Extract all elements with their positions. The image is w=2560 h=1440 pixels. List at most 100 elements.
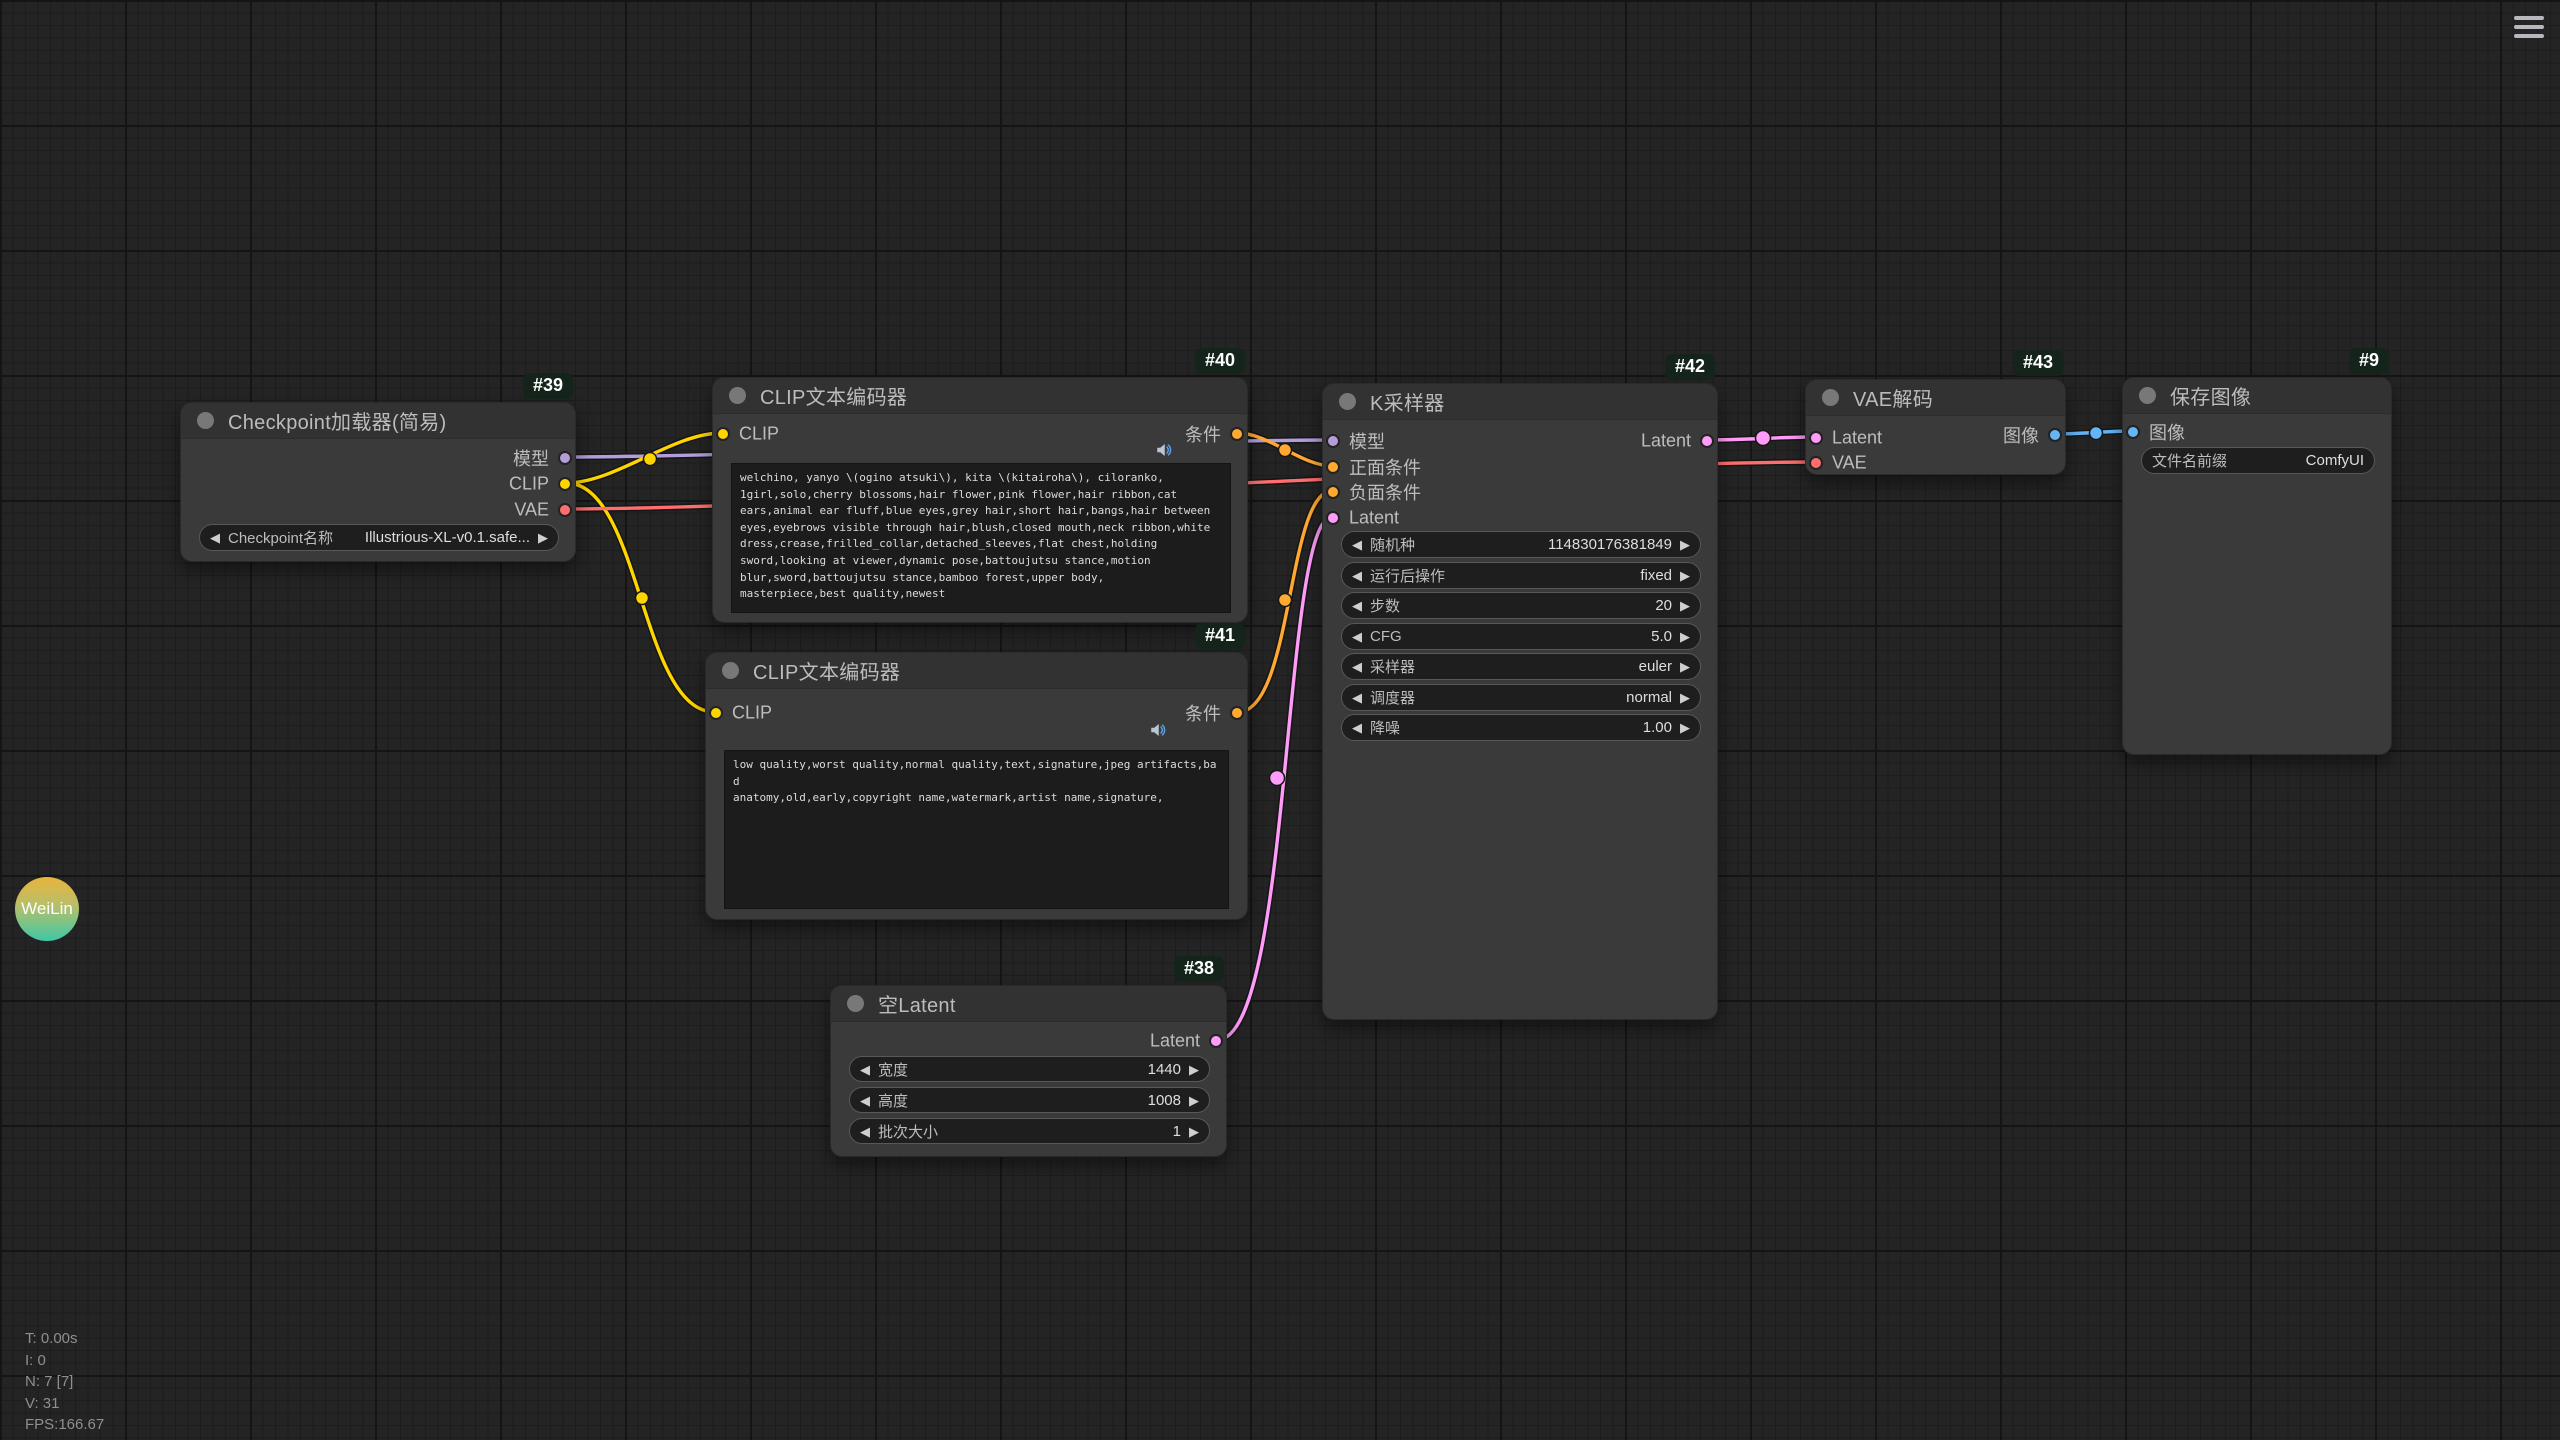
input-port-clip[interactable] bbox=[709, 706, 723, 720]
node-titlebar[interactable]: 保存图像 bbox=[2123, 378, 2391, 414]
node-id-badge: #40 bbox=[1195, 348, 1245, 374]
widget-value: 1.00 bbox=[1643, 719, 1672, 736]
output-port-image[interactable] bbox=[2048, 428, 2062, 442]
menu-bar bbox=[2514, 34, 2544, 38]
arrow-right-icon[interactable]: ▶ bbox=[1680, 660, 1690, 673]
node-checkpoint-loader[interactable]: #39 Checkpoint加载器(简易) 模型 CLIP VAE ◀ Chec… bbox=[180, 402, 576, 562]
widget-steps[interactable]: ◀ 步数 20 ▶ bbox=[1341, 592, 1701, 619]
output-port-latent[interactable] bbox=[1700, 434, 1714, 448]
node-title: CLIP文本编码器 bbox=[753, 656, 900, 685]
arrow-right-icon[interactable]: ▶ bbox=[538, 531, 548, 544]
input-port-negative[interactable] bbox=[1326, 485, 1340, 499]
input-port-image[interactable] bbox=[2126, 425, 2140, 439]
widget-batch-size[interactable]: ◀ 批次大小 1 ▶ bbox=[849, 1118, 1210, 1144]
input-label-model: 模型 bbox=[1349, 428, 1385, 454]
input-label-clip: CLIP bbox=[739, 424, 779, 445]
node-id-badge: #42 bbox=[1665, 354, 1715, 380]
node-status-dot bbox=[1339, 393, 1356, 410]
node-clip-text-encode-positive[interactable]: #40 CLIP文本编码器 CLIP 条件 welchino, yanyo \(… bbox=[712, 377, 1248, 623]
output-label-latent: Latent bbox=[1150, 1031, 1200, 1052]
prompt-textarea-negative[interactable]: low quality,worst quality,normal quality… bbox=[724, 750, 1229, 909]
widget-scheduler[interactable]: ◀ 调度器 normal ▶ bbox=[1341, 684, 1701, 711]
arrow-left-icon[interactable]: ◀ bbox=[860, 1125, 870, 1138]
widget-value: 1 bbox=[1173, 1123, 1181, 1140]
stat-iterations: I: 0 bbox=[25, 1350, 104, 1372]
arrow-left-icon[interactable]: ◀ bbox=[1352, 630, 1362, 643]
widget-label: 运行后操作 bbox=[1370, 565, 1445, 586]
arrow-left-icon[interactable]: ◀ bbox=[860, 1094, 870, 1107]
output-label-image: 图像 bbox=[2003, 422, 2039, 448]
arrow-left-icon[interactable]: ◀ bbox=[210, 531, 220, 544]
link-dot bbox=[644, 453, 657, 466]
arrow-left-icon[interactable]: ◀ bbox=[1352, 721, 1362, 734]
arrow-right-icon[interactable]: ▶ bbox=[1680, 538, 1690, 551]
node-empty-latent[interactable]: #38 空Latent Latent ◀ 宽度 1440 ▶ ◀ 高度 1008… bbox=[830, 985, 1227, 1157]
arrow-right-icon[interactable]: ▶ bbox=[1680, 569, 1690, 582]
node-graph-canvas[interactable]: #39 Checkpoint加载器(简易) 模型 CLIP VAE ◀ Chec… bbox=[0, 0, 2560, 1440]
widget-label: 采样器 bbox=[1370, 656, 1415, 677]
node-id-badge: #9 bbox=[2349, 348, 2389, 374]
arrow-right-icon[interactable]: ▶ bbox=[1189, 1094, 1199, 1107]
node-titlebar[interactable]: 空Latent bbox=[831, 986, 1226, 1022]
speaker-icon[interactable] bbox=[1149, 721, 1167, 739]
arrow-left-icon[interactable]: ◀ bbox=[1352, 660, 1362, 673]
node-vae-decode[interactable]: #43 VAE解码 Latent VAE 图像 bbox=[1805, 379, 2066, 475]
arrow-right-icon[interactable]: ▶ bbox=[1680, 691, 1690, 704]
input-port-latent[interactable] bbox=[1809, 431, 1823, 445]
arrow-left-icon[interactable]: ◀ bbox=[1352, 599, 1362, 612]
node-title: 保存图像 bbox=[2170, 381, 2251, 410]
input-port-clip[interactable] bbox=[716, 427, 730, 441]
widget-value: 20 bbox=[1655, 597, 1672, 614]
widget-value: ComfyUI bbox=[2306, 452, 2364, 469]
input-port-model[interactable] bbox=[1326, 434, 1340, 448]
menu-icon[interactable] bbox=[2514, 16, 2544, 43]
output-port-latent[interactable] bbox=[1209, 1034, 1223, 1048]
node-titlebar[interactable]: VAE解码 bbox=[1806, 380, 2065, 416]
widget-filename-prefix[interactable]: 文件名前缀 ComfyUI bbox=[2141, 447, 2375, 474]
node-save-image[interactable]: #9 保存图像 图像 文件名前缀 ComfyUI bbox=[2122, 377, 2392, 755]
widget-width[interactable]: ◀ 宽度 1440 ▶ bbox=[849, 1056, 1210, 1082]
output-port-conditioning[interactable] bbox=[1230, 427, 1244, 441]
node-clip-text-encode-negative[interactable]: #41 CLIP文本编码器 CLIP 条件 low quality,worst … bbox=[705, 652, 1248, 920]
arrow-right-icon[interactable]: ▶ bbox=[1680, 599, 1690, 612]
output-port-model[interactable] bbox=[558, 451, 572, 465]
input-label-negative: 负面条件 bbox=[1349, 479, 1421, 505]
node-id-badge: #41 bbox=[1195, 623, 1245, 649]
arrow-right-icon[interactable]: ▶ bbox=[1680, 721, 1690, 734]
arrow-left-icon[interactable]: ◀ bbox=[860, 1063, 870, 1076]
weilin-plugin-button[interactable]: WeiLin bbox=[15, 877, 79, 941]
arrow-right-icon[interactable]: ▶ bbox=[1189, 1125, 1199, 1138]
arrow-right-icon[interactable]: ▶ bbox=[1189, 1063, 1199, 1076]
stat-fps: FPS:166.67 bbox=[25, 1414, 104, 1436]
output-port-conditioning[interactable] bbox=[1230, 706, 1244, 720]
node-titlebar[interactable]: CLIP文本编码器 bbox=[706, 653, 1247, 689]
output-port-vae[interactable] bbox=[558, 503, 572, 517]
arrow-left-icon[interactable]: ◀ bbox=[1352, 569, 1362, 582]
input-port-positive[interactable] bbox=[1326, 460, 1340, 474]
widget-cfg[interactable]: ◀ CFG 5.0 ▶ bbox=[1341, 623, 1701, 650]
node-title: CLIP文本编码器 bbox=[760, 381, 907, 410]
node-status-dot bbox=[847, 995, 864, 1012]
widget-control-after-generate[interactable]: ◀ 运行后操作 fixed ▶ bbox=[1341, 562, 1701, 589]
arrow-right-icon[interactable]: ▶ bbox=[1680, 630, 1690, 643]
widget-checkpoint-name[interactable]: ◀ Checkpoint名称 Illustrious-XL-v0.1.safe.… bbox=[199, 524, 559, 551]
arrow-left-icon[interactable]: ◀ bbox=[1352, 691, 1362, 704]
node-titlebar[interactable]: Checkpoint加载器(简易) bbox=[181, 403, 575, 439]
widget-seed[interactable]: ◀ 随机种 114830176381849 ▶ bbox=[1341, 531, 1701, 558]
arrow-left-icon[interactable]: ◀ bbox=[1352, 538, 1362, 551]
link-dot bbox=[1279, 444, 1292, 457]
widget-sampler-name[interactable]: ◀ 采样器 euler ▶ bbox=[1341, 653, 1701, 680]
widget-denoise[interactable]: ◀ 降噪 1.00 ▶ bbox=[1341, 714, 1701, 741]
node-titlebar[interactable]: CLIP文本编码器 bbox=[713, 378, 1247, 414]
widget-height[interactable]: ◀ 高度 1008 ▶ bbox=[849, 1087, 1210, 1113]
input-port-latent[interactable] bbox=[1326, 511, 1340, 525]
output-label-clip: CLIP bbox=[509, 474, 549, 495]
node-ksampler[interactable]: #42 K采样器 模型 正面条件 负面条件 Latent Latent ◀ 随机… bbox=[1322, 383, 1718, 1020]
node-titlebar[interactable]: K采样器 bbox=[1323, 384, 1717, 420]
node-title: Checkpoint加载器(简易) bbox=[228, 406, 446, 435]
prompt-textarea-positive[interactable]: welchino, yanyo \(ogino atsuki\), kita \… bbox=[731, 463, 1231, 613]
node-status-dot bbox=[722, 662, 739, 679]
output-port-clip[interactable] bbox=[558, 477, 572, 491]
input-port-vae[interactable] bbox=[1809, 456, 1823, 470]
speaker-icon[interactable] bbox=[1155, 441, 1173, 459]
